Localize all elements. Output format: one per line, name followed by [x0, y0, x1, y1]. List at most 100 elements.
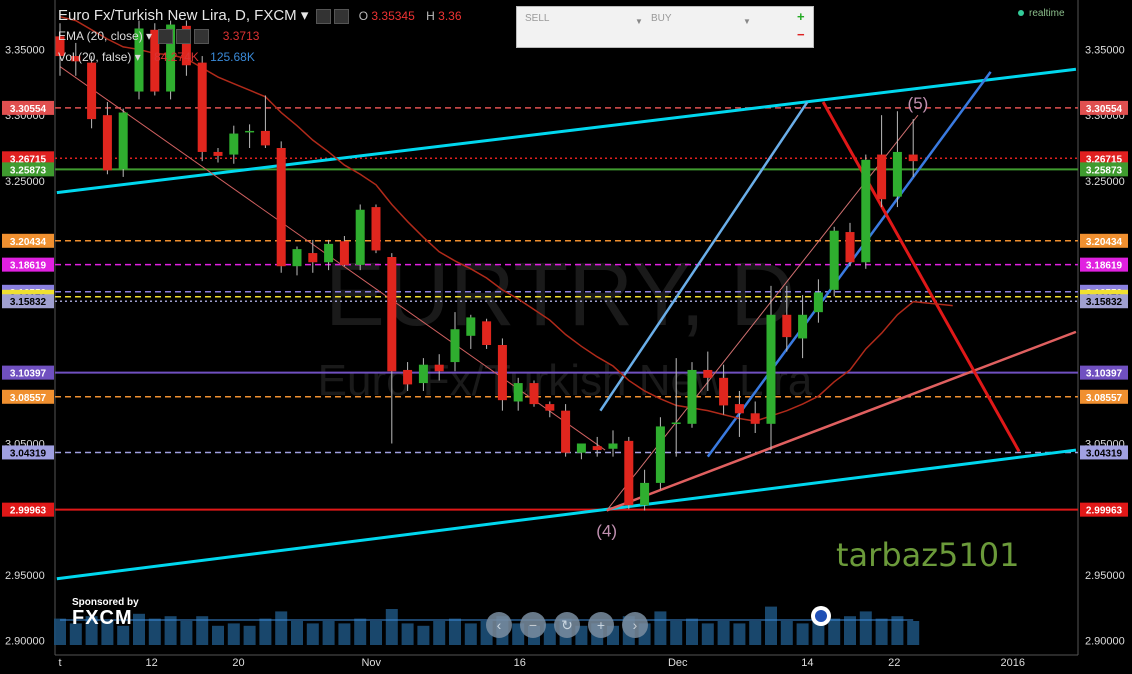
chart-header: Euro Fx/Turkish New Lira, D, FXCM ▾ O 3.…: [58, 6, 470, 24]
vol-value-2: 125.68K: [210, 50, 255, 64]
volume-bar: [212, 625, 224, 645]
candle-body: [671, 422, 681, 424]
ema-value: 3.3713: [222, 29, 260, 43]
fxcm-logo[interactable]: FXCM: [72, 607, 133, 630]
y-tick-label-right: 2.90000: [1085, 636, 1125, 648]
trade-panel: SELL ▼ BUY ▼ + −: [516, 6, 814, 48]
candle-body: [845, 232, 855, 263]
reset-button[interactable]: ↻: [554, 612, 580, 638]
candle-body: [466, 317, 476, 336]
candle-body: [403, 369, 413, 385]
price-level-label-left: 3.20434: [10, 237, 47, 248]
price-level-label-left: 3.15832: [10, 297, 47, 308]
volume-bar: [259, 618, 272, 645]
price-level-label-right: 3.25873: [1086, 165, 1123, 176]
vol-indicator-label[interactable]: Vol (20, false) ▾ 84.274K 125.68K: [58, 50, 255, 64]
candle-body: [576, 443, 586, 453]
x-tick-label: 22: [888, 657, 900, 669]
volume-bar: [796, 623, 809, 645]
candle-body: [324, 243, 334, 263]
price-level-label-left: 3.10397: [10, 369, 47, 380]
price-level-label-left: 3.18619: [10, 261, 47, 272]
candle-body: [197, 62, 207, 152]
price-level-label-right: 3.08557: [1086, 393, 1123, 404]
volume-bar: [275, 611, 288, 645]
ohlc-readout: O 3.35345 H 3.36: [358, 9, 462, 23]
candle-body: [624, 440, 634, 506]
candle-body: [861, 159, 871, 263]
candle-body: [608, 443, 618, 449]
candle-body: [418, 364, 428, 384]
candle-body: [766, 314, 776, 424]
volume-bar: [54, 618, 66, 645]
zoom-in-button[interactable]: +: [588, 612, 614, 638]
y-tick-label-right: 2.95000: [1085, 570, 1125, 582]
y-tick-label-left: 2.95000: [5, 570, 45, 582]
volume-bar: [875, 618, 888, 645]
x-tick-label: Dec: [668, 657, 688, 669]
minus-button[interactable]: −: [797, 27, 805, 42]
price-level-label-right: 3.18619: [1086, 261, 1123, 272]
candle-body: [782, 314, 792, 338]
candle-body: [229, 133, 239, 155]
candle-body: [339, 241, 349, 265]
candle-body: [703, 369, 713, 378]
candle-body: [497, 345, 507, 401]
candle-body: [892, 151, 902, 197]
candle-body: [829, 230, 839, 290]
candle-body: [734, 404, 744, 414]
volume-bar: [780, 621, 793, 645]
eye-icon: [158, 29, 174, 45]
volume-bar: [338, 623, 351, 645]
volume-bar: [464, 623, 477, 645]
y-tick-label-left: 3.25000: [5, 176, 45, 188]
volume-bar: [686, 618, 698, 645]
volume-bar: [306, 623, 319, 645]
volume-bar: [859, 611, 872, 645]
scroll-left-button[interactable]: ‹: [486, 612, 512, 638]
price-chart[interactable]: EURTRY, DEuro Fx/Turkish New Lira3.35000…: [0, 0, 1132, 674]
wave-label-4: (4): [596, 521, 617, 540]
volume-bar: [433, 621, 446, 645]
x-tick-label: 12: [146, 657, 158, 669]
candle-body: [482, 321, 492, 345]
candle-body: [545, 404, 555, 411]
sell-dropdown-icon[interactable]: ▼: [635, 17, 643, 26]
volume-bar: [133, 613, 145, 645]
volume-bar: [717, 621, 730, 645]
y-tick-label-left: 2.90000: [5, 636, 45, 648]
plus-button[interactable]: +: [797, 9, 805, 24]
buy-dropdown-icon[interactable]: ▼: [743, 17, 751, 26]
volume-bar: [180, 621, 193, 645]
x-tick-label: 2016: [1000, 657, 1024, 669]
symbol-title[interactable]: Euro Fx/Turkish New Lira, D, FXCM ▾: [58, 7, 308, 24]
price-level-label-right: 2.99963: [1086, 506, 1123, 517]
sell-button[interactable]: SELL: [525, 13, 637, 24]
candle-body: [118, 112, 128, 170]
ema-indicator-label[interactable]: EMA (20, close) ▾ 3.3713: [58, 29, 260, 45]
scroll-right-button[interactable]: ›: [622, 612, 648, 638]
candle-body: [592, 446, 602, 451]
candle-body: [245, 130, 255, 133]
volume-bar: [227, 623, 240, 645]
x-tick-label: t: [58, 657, 61, 669]
volume-bar: [401, 623, 414, 645]
candle-body: [908, 154, 918, 162]
candle-body: [292, 249, 302, 267]
eu-flag-icon[interactable]: [811, 606, 831, 626]
candle-body: [308, 253, 318, 263]
candle-body: [371, 207, 381, 251]
volume-bar: [291, 621, 303, 645]
zoom-out-button[interactable]: −: [520, 612, 546, 638]
price-level-label-left: 3.08557: [10, 393, 47, 404]
settings-icon[interactable]: [315, 8, 331, 24]
volume-bar: [148, 618, 161, 645]
candle-body: [102, 115, 112, 171]
volume-bar: [907, 621, 920, 645]
format-icon[interactable]: [333, 8, 349, 24]
volume-bar: [449, 618, 461, 645]
candle-body: [213, 151, 223, 156]
status-dot-icon: [1018, 10, 1024, 16]
volume-bar: [654, 611, 667, 645]
price-level-label-left: 3.25873: [10, 165, 47, 176]
